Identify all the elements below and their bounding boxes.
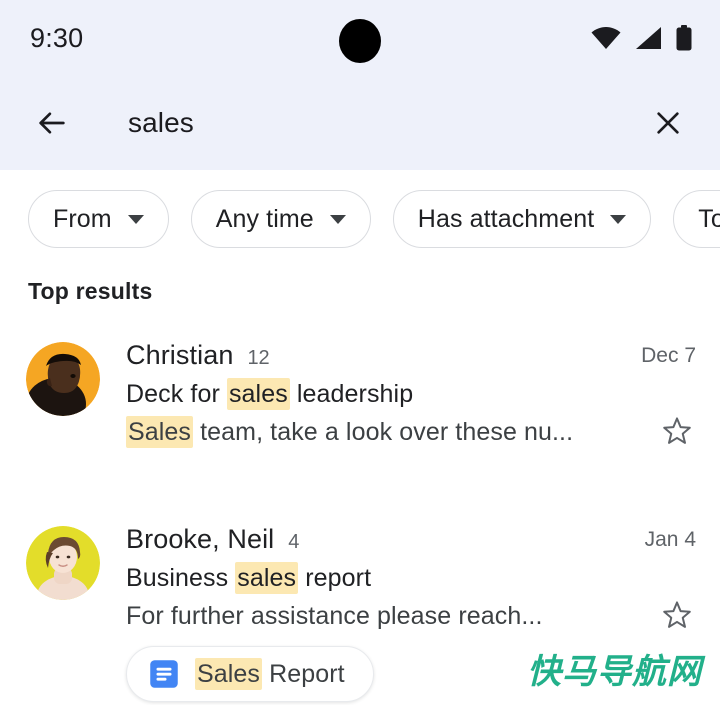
attachment-name: Sales Report: [195, 657, 345, 690]
subject-text-post: report: [298, 564, 372, 592]
subject-text-post: leadership: [289, 380, 414, 408]
camera-punch-hole-icon: [339, 19, 381, 63]
result-body: Christian 12 Deck for sales leadership S…: [126, 338, 586, 450]
result-meta: Dec 7: [586, 338, 696, 450]
subject-text-pre: Business: [126, 564, 236, 592]
chevron-down-icon: [127, 214, 144, 224]
email-date: Dec 7: [641, 344, 696, 367]
back-arrow-icon: [39, 112, 65, 134]
result-line-sender: Christian 12: [126, 340, 586, 371]
chevron-down-icon: [610, 214, 627, 224]
filter-chip-label: Any time: [215, 204, 314, 233]
gmail-search-results-screen: 9:30 sales From Any time Has attachment …: [0, 0, 720, 705]
result-body: Brooke, Neil 4 Business sales report For…: [126, 522, 586, 634]
avatar: [26, 342, 100, 416]
filter-chip-label: From: [53, 204, 112, 233]
filter-chip-has-attachment[interactable]: Has attachment: [392, 190, 652, 248]
attachment-name-highlight: Sales: [195, 657, 263, 690]
avatar-christian-image: [26, 342, 100, 416]
email-snippet: Sales team, take a look over these nu...: [126, 416, 586, 448]
attachment-name-post: Report: [262, 659, 345, 688]
result-meta: Jan 4: [586, 522, 696, 634]
filter-chip-label: To: [698, 204, 720, 233]
close-x-icon: [657, 112, 679, 134]
table-row[interactable]: Brooke, Neil 4 Business sales report For…: [0, 514, 720, 634]
wifi-icon: [591, 27, 621, 49]
filter-chip-any-time[interactable]: Any time: [190, 190, 371, 248]
section-header-top-results: Top results: [28, 278, 153, 304]
email-subject: Business sales report: [126, 562, 586, 594]
status-bar: 9:30: [0, 0, 720, 76]
email-date: Jan 4: [644, 528, 696, 551]
status-icons: [591, 25, 692, 51]
snippet-highlight: Sales: [126, 416, 194, 448]
star-outline-icon: [663, 417, 691, 444]
snippet-text-post: For further assistance please reach...: [126, 602, 543, 630]
subject-highlight: sales: [235, 562, 299, 594]
result-line-sender: Brooke, Neil 4: [126, 524, 586, 555]
attachment-chip[interactable]: Sales Report: [126, 646, 374, 702]
subject-highlight: sales: [226, 378, 290, 410]
google-docs-icon: [150, 660, 178, 688]
search-query-text[interactable]: sales: [128, 107, 644, 139]
avatar-brooke-image: [26, 526, 100, 600]
battery-icon: [676, 25, 692, 51]
cellular-signal-icon: [636, 27, 661, 49]
back-button[interactable]: [28, 99, 76, 147]
sender-name: Christian: [126, 340, 234, 370]
filter-chip-to[interactable]: To: [673, 190, 720, 248]
filter-chip-label: Has attachment: [417, 204, 595, 233]
star-button[interactable]: [658, 596, 696, 634]
star-button[interactable]: [658, 412, 696, 450]
chevron-down-icon: [329, 214, 346, 224]
thread-count: 4: [288, 531, 300, 553]
snippet-text-post: team, take a look over these nu...: [193, 418, 574, 446]
table-row[interactable]: Christian 12 Deck for sales leadership S…: [0, 330, 720, 450]
filter-chip-row[interactable]: From Any time Has attachment To: [0, 170, 720, 268]
clear-search-button[interactable]: [644, 99, 692, 147]
thread-count: 12: [247, 347, 270, 369]
status-time: 9:30: [30, 22, 84, 53]
star-outline-icon: [663, 601, 691, 628]
email-subject: Deck for sales leadership: [126, 378, 586, 410]
sender-name: Brooke, Neil: [126, 524, 275, 554]
subject-text-pre: Deck for: [126, 380, 227, 408]
watermark: 快马导航网: [527, 652, 702, 692]
filter-chip-from[interactable]: From: [28, 190, 169, 248]
email-snippet: For further assistance please reach...: [126, 602, 586, 631]
avatar: [26, 526, 100, 600]
search-bar[interactable]: sales: [0, 76, 720, 170]
header-band: 9:30 sales: [0, 0, 720, 170]
